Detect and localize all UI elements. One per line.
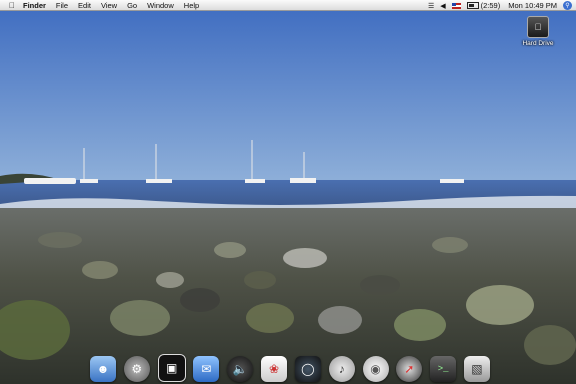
menu-file[interactable]: File: [56, 1, 68, 10]
clock[interactable]: Mon 10:49 PM: [508, 1, 557, 10]
hard-drive-desktop-icon[interactable]:  Hard Drive: [518, 16, 558, 47]
preview-icon[interactable]: ▣: [157, 354, 186, 382]
menu-go[interactable]: Go: [127, 1, 137, 10]
finder-icon[interactable]: ☻: [90, 356, 116, 382]
menu-view[interactable]: View: [101, 1, 117, 10]
terminal-icon[interactable]: >_: [430, 356, 457, 382]
system-preferences-icon[interactable]: ⚙: [123, 356, 150, 382]
spotlight-icon[interactable]: ⚲: [563, 1, 572, 10]
menu-help[interactable]: Help: [184, 1, 199, 10]
menu-finder[interactable]: Finder: [23, 1, 46, 10]
menu-edit[interactable]: Edit: [78, 1, 91, 10]
speaker-icon[interactable]: 🔈: [227, 356, 254, 382]
wifi-icon[interactable]: ☰: [428, 2, 434, 10]
apple-menu-icon[interactable]: : [5, 1, 19, 10]
disk-utility-icon[interactable]: ▧: [463, 356, 490, 382]
photos-icon[interactable]: ❀: [261, 356, 288, 382]
menu-bar:  Finder File Edit View Go Window Help ☰…: [0, 0, 576, 11]
menu-window[interactable]: Window: [147, 1, 174, 10]
mail-icon[interactable]: ✉: [193, 356, 220, 382]
volume-icon[interactable]: ◀: [440, 2, 445, 10]
itunes-icon[interactable]: ♪: [328, 356, 355, 382]
safari-icon[interactable]: ➚: [396, 356, 423, 382]
hard-drive-icon: : [527, 16, 549, 38]
input-menu-flag-icon[interactable]: [451, 2, 461, 9]
cd-icon[interactable]: ◉: [362, 356, 389, 382]
battery-icon[interactable]: [466, 2, 479, 9]
dock: ☻ ⚙ ▣ ✉ 🔈 ❀ ◯ ♪ ◉ ➚ >_ ▧: [90, 346, 490, 382]
menu-extras: ☰ ◀ (2:59) Mon 10:49 PM ⚲: [422, 0, 576, 11]
desktop-wallpaper: [0, 0, 576, 384]
battery-time[interactable]: (2:59): [481, 1, 501, 10]
hard-drive-label: Hard Drive: [522, 40, 554, 47]
dashboard-icon[interactable]: ◯: [294, 356, 321, 382]
